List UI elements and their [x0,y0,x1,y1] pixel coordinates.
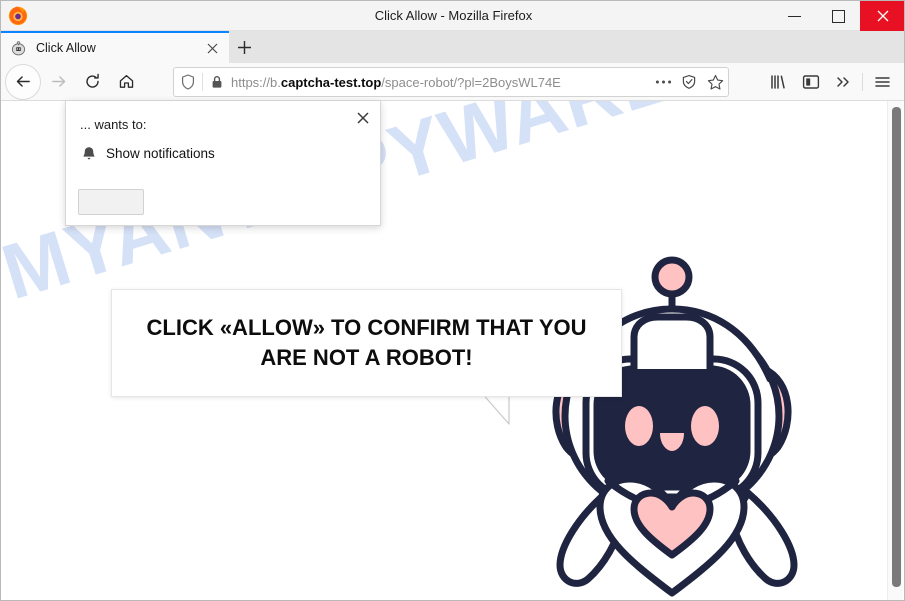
close-icon [207,43,217,53]
vertical-scrollbar[interactable] [887,101,903,600]
toolbar-divider [862,73,863,91]
bell-icon [80,146,98,161]
close-window-button[interactable] [860,1,904,31]
speech-bubble-text: CLICK «ALLOW» TO CONFIRM THAT YOU ARE NO… [129,313,605,372]
close-icon [877,10,889,22]
minimize-icon [787,15,801,17]
popup-title: ... wants to: [80,117,147,132]
sidebar-button[interactable] [795,67,827,97]
back-button[interactable] [5,63,41,100]
reader-view-button[interactable] [676,69,702,95]
home-button[interactable] [109,65,143,99]
sidebar-icon [802,75,820,89]
reader-shield-icon [682,74,696,89]
lock-icon [212,76,222,88]
maximize-icon [831,9,845,23]
popup-close-button[interactable] [352,107,374,129]
chevron-double-right-icon [836,77,849,87]
scrollbar-thumb[interactable] [892,107,901,587]
tab-title: Click Allow [36,41,96,55]
window-title: Click Allow - Mozilla Firefox [374,8,533,23]
page-actions-button[interactable] [650,69,676,95]
popup-permission-label: Show notifications [106,146,215,161]
popup-permission-row: Show notifications [80,146,215,161]
speech-bubble-line-1: CLICK «ALLOW» TO CONFIRM THAT YOU [146,315,587,341]
bookmark-star-button[interactable] [702,69,728,95]
window-controls [772,1,904,31]
close-icon [357,112,369,124]
robot-favicon-icon [11,40,26,55]
tab-click-allow[interactable]: Click Allow [1,31,229,63]
shield-icon [182,74,194,90]
reload-button[interactable] [75,65,109,99]
reload-icon [85,73,99,88]
padlock-icon[interactable] [203,75,231,89]
maximize-button[interactable] [816,1,860,31]
forward-button[interactable] [41,65,75,99]
arrow-left-icon [16,76,30,87]
home-icon [119,74,133,88]
arrow-right-icon [51,76,65,87]
app-menu-button[interactable] [866,67,898,97]
speech-bubble-tail [480,391,510,425]
bell-glyph-icon [83,147,95,160]
library-button[interactable] [763,67,795,97]
url-bar[interactable]: https://b.captcha-test.top/space-robot/?… [173,67,729,97]
url-path: /space-robot/?pl=2BoysWL74E [381,74,561,90]
identity-shield-icon[interactable] [174,74,202,90]
toolbar-right-icons [763,67,898,97]
speech-bubble-line-2: ARE NOT A ROBOT! [260,345,473,370]
ellipsis-icon [655,80,671,84]
url-host: captcha-test.top [280,74,382,90]
new-tab-button[interactable] [229,31,259,63]
speech-bubble: CLICK «ALLOW» TO CONFIRM THAT YOU ARE NO… [111,289,622,397]
popup-allow-button[interactable] [78,189,144,215]
tab-strip: Click Allow [1,31,904,63]
tab-close-button[interactable] [199,35,225,61]
popup-buttons [78,189,144,215]
minimize-button[interactable] [772,1,816,31]
library-icon [771,75,785,89]
url-scheme: https://b. [231,74,281,90]
url-text[interactable]: https://b.captcha-test.top/space-robot/?… [231,75,650,90]
star-icon [707,74,723,90]
firefox-window: Click Allow - Mozilla Firefox Click Allo… [0,0,905,601]
title-bar: Click Allow - Mozilla Firefox [1,1,904,31]
notification-permission-popup: ... wants to: Show notifications [65,101,381,226]
plus-icon [237,40,251,54]
overflow-button[interactable] [827,67,859,97]
hamburger-menu-icon [874,77,890,87]
